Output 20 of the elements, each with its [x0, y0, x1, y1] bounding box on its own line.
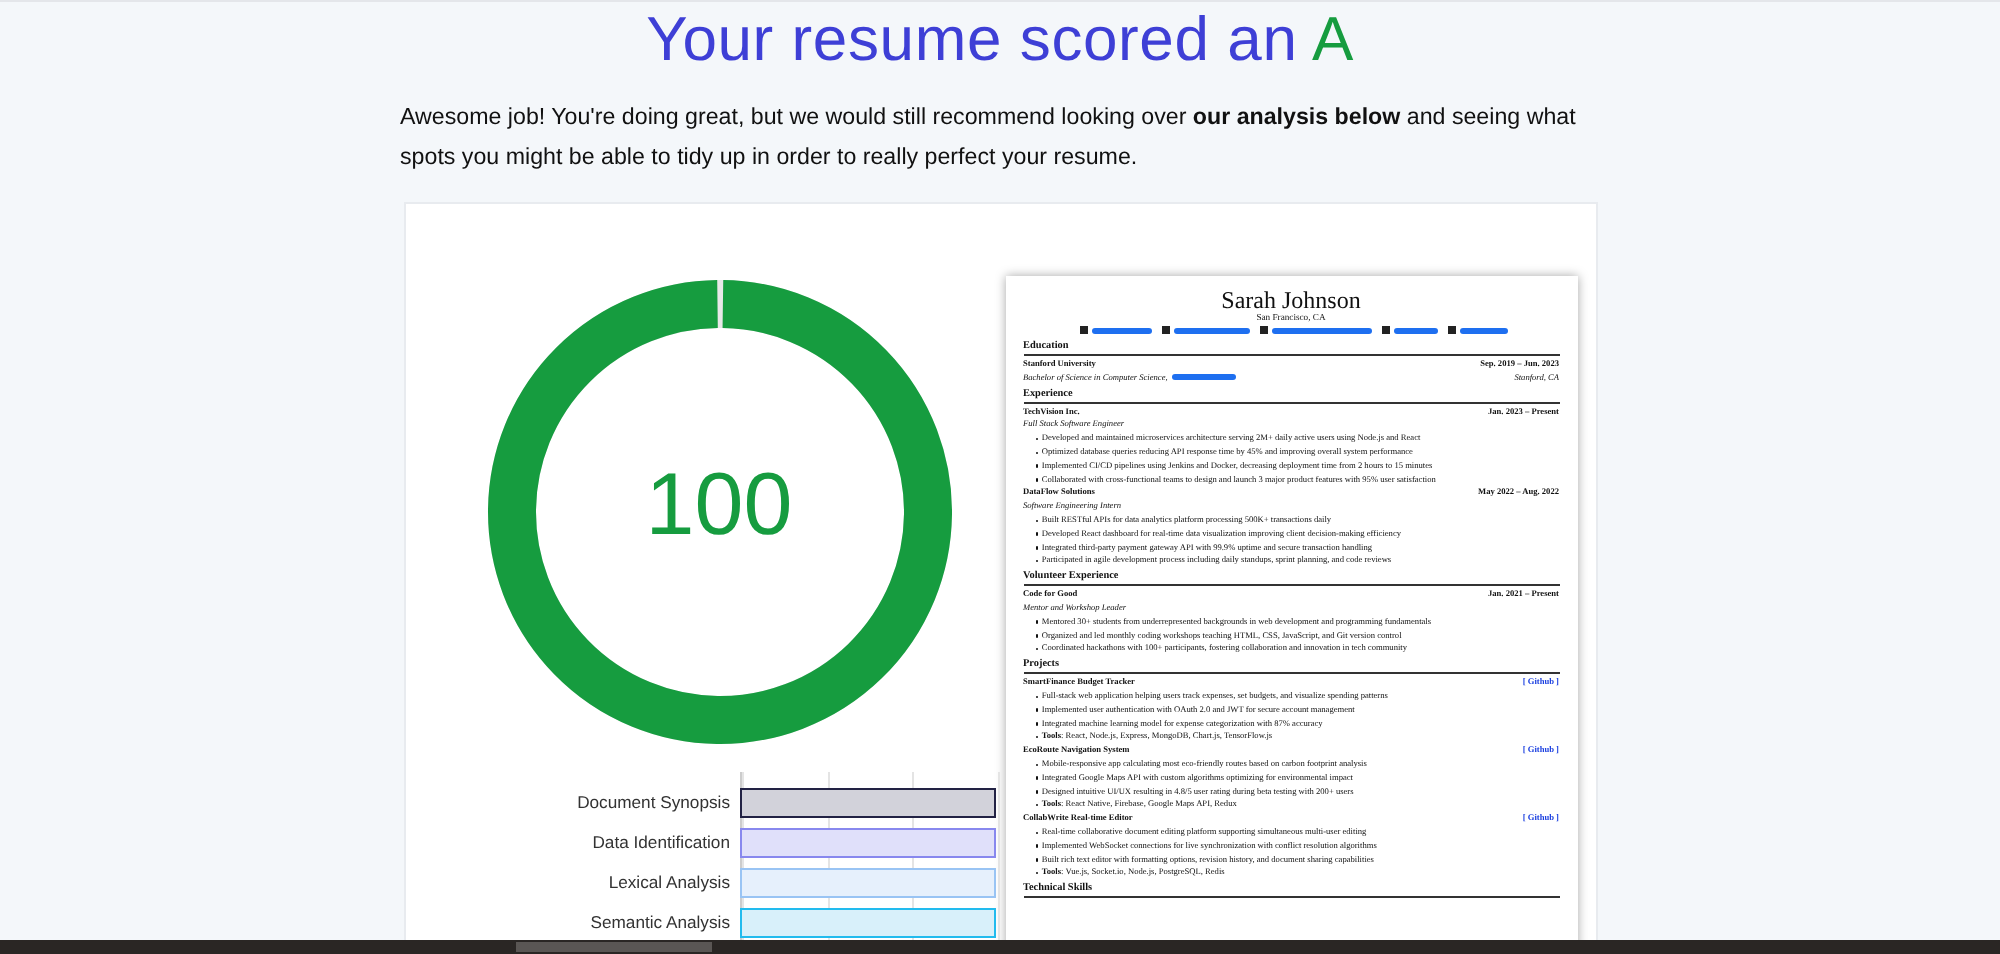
grade-letter: A — [1311, 4, 1354, 74]
contact-icon — [1162, 326, 1170, 334]
category-label: Lexical Analysis — [606, 872, 732, 892]
category-label: Document Synopsis — [575, 792, 732, 812]
page-title: Your resume scored an — [646, 4, 1298, 74]
contact-icon — [1382, 326, 1390, 334]
horizontal-scrollbar[interactable] — [0, 940, 2000, 954]
redaction-mark — [1394, 327, 1438, 333]
contact-icon — [1260, 326, 1268, 334]
contact-icon — [1080, 326, 1088, 334]
redaction-mark — [1092, 327, 1152, 333]
category-label: Data Identification — [590, 832, 732, 852]
redaction-mark — [1174, 327, 1250, 333]
redaction-mark — [1272, 327, 1372, 333]
category-label: Semantic Analysis — [588, 912, 732, 932]
resume-name: Sarah Johnson — [1219, 288, 1363, 312]
score-value: 100 — [645, 456, 793, 556]
redaction-mark — [1460, 327, 1508, 333]
intro-paragraph: Awesome job! You're doing great, but we would still recommend looking over our analysis below and seeing what spots you might be able to tidy up in order to really perfect your resume. — [400, 102, 1578, 174]
contact-icon — [1448, 326, 1456, 334]
